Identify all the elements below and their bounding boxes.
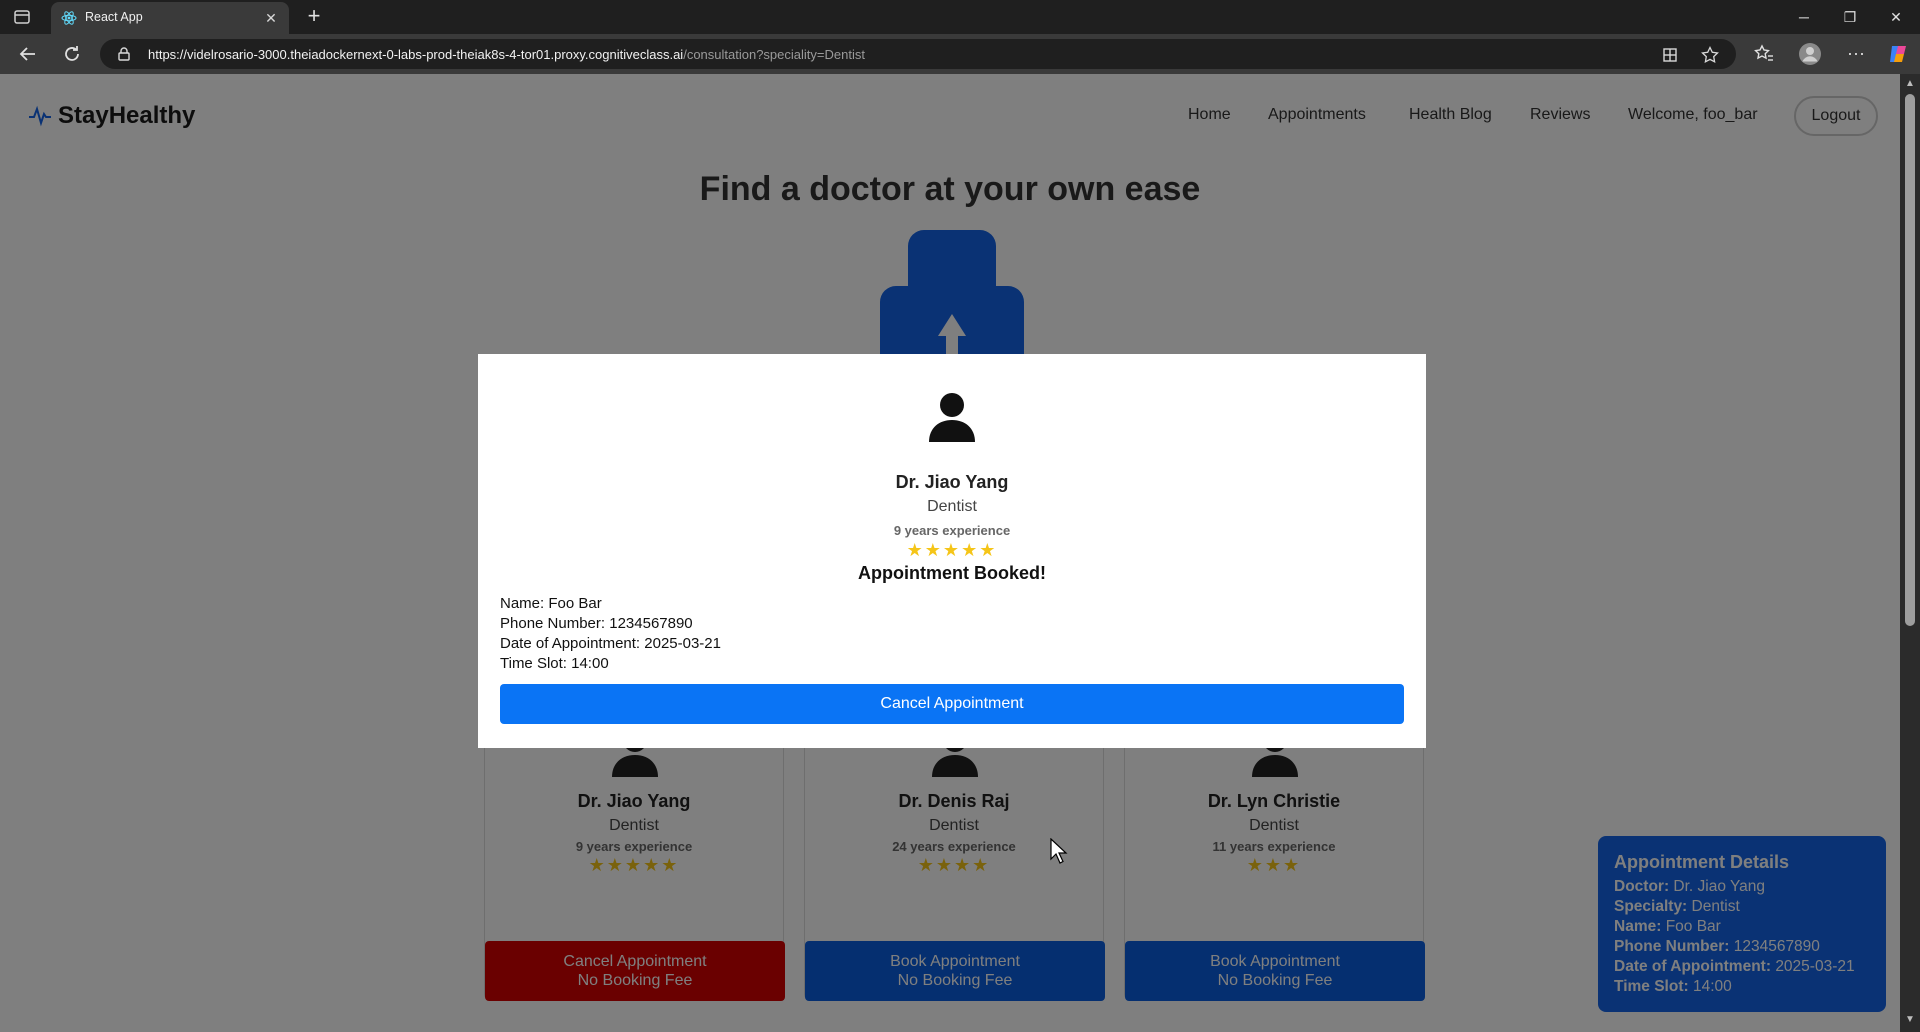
url-text: https://videlrosario-3000.theiadockernex… (148, 47, 865, 62)
browser-tab-bar: React App ✕ + ─ ❐ ✕ (0, 0, 1920, 34)
window-close-icon[interactable]: ✕ (1876, 5, 1916, 29)
page-viewport: StayHealthy Home Appointments Health Blo… (0, 74, 1920, 1032)
react-favicon-icon (61, 10, 77, 26)
appointment-booked-heading: Appointment Booked! (858, 563, 1046, 583)
restore-icon[interactable]: ❐ (1830, 5, 1870, 29)
mouse-cursor-icon (1050, 837, 1068, 864)
address-bar[interactable]: https://videlrosario-3000.theiadockernex… (100, 39, 1736, 69)
modal-rating-stars: ★★★★★ (906, 540, 998, 560)
back-icon[interactable] (16, 42, 40, 66)
booking-date: Date of Appointment: 2025-03-21 (500, 635, 721, 652)
scroll-thumb[interactable] (1905, 94, 1915, 626)
favorite-star-icon[interactable] (1700, 45, 1720, 65)
booking-phone: Phone Number: 1234567890 (500, 615, 693, 632)
tab-title: React App (85, 10, 143, 24)
booking-name: Name: Foo Bar (500, 595, 602, 612)
booking-time-slot: Time Slot: 14:00 (500, 655, 609, 672)
tab-close-icon[interactable]: ✕ (263, 10, 279, 26)
modal-cancel-appointment-button[interactable]: Cancel Appointment (500, 684, 1404, 724)
modal-doctor-name: Dr. Jiao Yang (895, 472, 1009, 492)
scroll-up-icon[interactable]: ▲ (1904, 78, 1916, 90)
favorites-icon[interactable] (1752, 42, 1776, 66)
scroll-down-icon[interactable]: ▼ (1904, 1014, 1916, 1026)
profile-avatar-icon[interactable] (1798, 42, 1822, 66)
copilot-icon[interactable] (1886, 42, 1910, 66)
booking-info: Name: Foo Bar Phone Number: 1234567890 D… (500, 594, 721, 674)
doctor-avatar-icon (926, 390, 978, 442)
more-options-icon[interactable]: ··· (1844, 42, 1868, 66)
browser-toolbar: https://videlrosario-3000.theiadockernex… (0, 34, 1920, 74)
modal-doctor-experience: 9 years experience (893, 523, 1011, 538)
tab-actions-icon[interactable] (12, 7, 34, 27)
vertical-scrollbar[interactable]: ▲ ▼ (1900, 74, 1920, 1032)
reload-icon[interactable] (60, 42, 84, 66)
modal-doctor-speciality: Dentist (927, 498, 977, 515)
browser-tab[interactable]: React App ✕ (51, 2, 289, 34)
app-available-icon[interactable] (1660, 45, 1680, 65)
page-content: StayHealthy Home Appointments Health Blo… (0, 74, 1900, 1032)
lock-icon[interactable] (116, 46, 132, 62)
appointment-modal: Dr. Jiao Yang Dentist 9 years experience… (478, 354, 1426, 748)
minimize-icon[interactable]: ─ (1784, 5, 1824, 29)
new-tab-icon[interactable]: + (302, 5, 326, 29)
